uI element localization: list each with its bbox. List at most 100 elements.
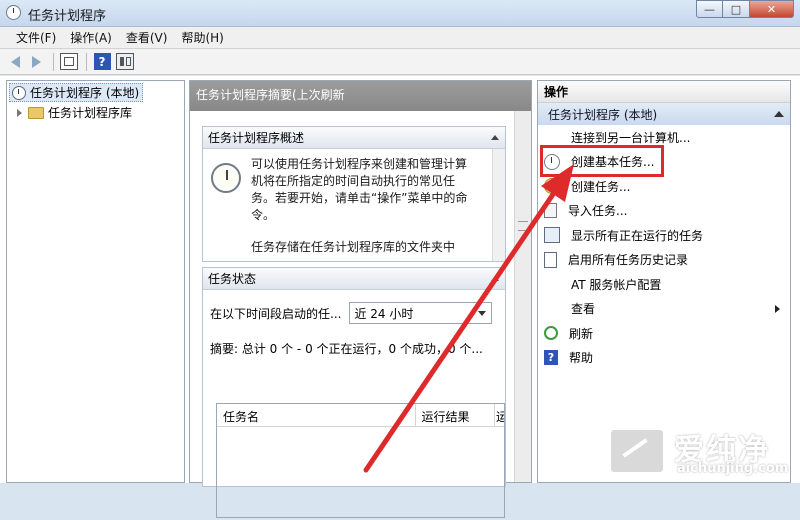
create-task-icon xyxy=(544,178,560,195)
actions-group-label: 任务计划程序 (本地) xyxy=(548,107,658,122)
actions-group-task-scheduler-local[interactable]: 任务计划程序 (本地) xyxy=(538,103,790,125)
help-icon: ? xyxy=(544,350,558,366)
collapse-icon[interactable] xyxy=(491,135,499,140)
overview-text: 可以使用任务计划程序来创建和管理计算机将在所指定的时间自动执行的常见任务。若要开… xyxy=(251,156,477,256)
action-label: 创建基本任务... xyxy=(571,155,655,170)
maximize-button[interactable]: □ xyxy=(723,0,750,18)
back-arrow-icon xyxy=(10,55,20,68)
action-refresh[interactable]: 刷新 xyxy=(538,321,790,346)
action-import-task[interactable]: 导入任务... xyxy=(538,199,790,224)
summary-header-text: 任务计划程序摘要(上次刷新 xyxy=(196,88,345,102)
window-controls: — □ ✕ xyxy=(696,0,794,18)
action-create-basic-task[interactable]: 创建基本任务... xyxy=(538,150,790,175)
task-status-title: 任务状态 xyxy=(208,272,257,286)
overview-paragraph: 可以使用任务计划程序来创建和管理计算机将在所指定的时间自动执行的常见任务。若要开… xyxy=(251,157,468,222)
collapse-icon[interactable] xyxy=(491,276,499,281)
tree-item-task-scheduler-library[interactable]: 任务计划程序库 xyxy=(17,103,132,122)
show-hide-action-pane-button[interactable] xyxy=(116,53,134,71)
menu-help[interactable]: 帮助(H) xyxy=(174,29,230,46)
action-label: AT 服务帐户配置 xyxy=(571,277,662,292)
history-icon xyxy=(544,251,557,268)
status-filter-label: 在以下时间段启动的任... xyxy=(210,306,342,321)
action-view[interactable]: 查看 xyxy=(538,297,790,322)
create-basic-task-icon xyxy=(544,153,560,170)
window-title: 任务计划程序 xyxy=(28,9,107,24)
action-enable-task-history[interactable]: 启用所有任务历史记录 xyxy=(538,248,790,273)
action-label: 导入任务... xyxy=(568,204,628,219)
tree-item-task-scheduler-local[interactable]: 任务计划程序 (本地) xyxy=(9,83,144,102)
status-filter-row: 在以下时间段启动的任... 近 24 小时 xyxy=(210,302,493,324)
blank-icon xyxy=(544,301,560,317)
action-connect-computer[interactable]: 连接到另一台计算机... xyxy=(538,125,790,150)
watermark-logo-icon xyxy=(608,427,666,475)
action-label: 创建任务... xyxy=(571,179,631,194)
task-scheduler-app-icon xyxy=(6,5,21,20)
show-hide-action-pane-icon xyxy=(116,53,134,70)
console-tree: 任务计划程序 (本地) 任务计划程序库 xyxy=(6,80,185,483)
action-label: 显示所有正在运行的任务 xyxy=(571,228,704,243)
show-hide-tree-icon xyxy=(60,53,78,70)
action-label: 连接到另一台计算机... xyxy=(571,130,691,145)
status-summary: 摘要: 总计 0 个 - 0 个正在运行，0 个成功，0 个... xyxy=(210,342,483,356)
overview-section-header[interactable]: 任务计划程序概述 xyxy=(203,127,505,149)
close-button[interactable]: ✕ xyxy=(750,0,794,18)
menu-view[interactable]: 查看(V) xyxy=(119,29,175,46)
help-icon: ? xyxy=(93,53,111,70)
summary-body: 任务计划程序概述 可以使用任务计划程序来创建和管理计算机将在所指定的时间自动执行… xyxy=(190,111,531,518)
task-scheduler-clock-icon xyxy=(211,163,241,193)
toolbar-help-button[interactable]: ? xyxy=(93,53,111,71)
action-label: 查看 xyxy=(571,302,596,317)
summary-header: 任务计划程序摘要(上次刷新 xyxy=(190,81,531,111)
submenu-arrow-icon xyxy=(775,304,780,313)
task-status-table: 任务名 运行结果 运 xyxy=(216,403,505,518)
overview-paragraph-2: 任务存储在任务计划程序库的文件夹中 xyxy=(251,240,456,254)
collapse-up-icon[interactable] xyxy=(774,111,784,117)
minimize-button[interactable]: — xyxy=(696,0,723,18)
clock-icon xyxy=(12,85,26,100)
column-header-run[interactable]: 运 xyxy=(495,404,504,426)
menu-action[interactable]: 操作(A) xyxy=(63,29,119,46)
blank-icon xyxy=(544,276,560,292)
overview-title: 任务计划程序概述 xyxy=(208,131,305,145)
action-label: 帮助 xyxy=(569,351,594,366)
chevron-down-icon xyxy=(478,310,487,316)
actions-header: 操作 xyxy=(538,81,790,103)
toolbar-separator xyxy=(86,52,87,71)
toolbar-separator xyxy=(53,52,54,71)
forward-arrow-icon xyxy=(31,55,41,68)
folder-icon xyxy=(28,106,44,119)
action-create-task[interactable]: 创建任务... xyxy=(538,174,790,199)
overview-section: 任务计划程序概述 可以使用任务计划程序来创建和管理计算机将在所指定的时间自动执行… xyxy=(202,126,506,262)
watermark: 爱纯净 aichunjing.com xyxy=(604,421,800,483)
menu-file[interactable]: 文件(F) xyxy=(0,29,63,46)
time-range-value: 近 24 小时 xyxy=(354,306,414,321)
action-at-service-config[interactable]: AT 服务帐户配置 xyxy=(538,272,790,297)
running-tasks-icon xyxy=(544,227,560,244)
scrollbar-grip-icon xyxy=(518,221,528,231)
title-bar: 任务计划程序 — □ ✕ xyxy=(0,0,800,27)
show-hide-tree-button[interactable] xyxy=(60,53,78,71)
column-header-task-name[interactable]: 任务名 xyxy=(217,404,416,426)
menu-bar: 文件(F) 操作(A) 查看(V) 帮助(H) xyxy=(0,27,800,49)
tree-item-label: 任务计划程序 (本地) xyxy=(30,86,140,100)
import-task-icon xyxy=(544,203,557,219)
action-display-running-tasks[interactable]: 显示所有正在运行的任务 xyxy=(538,223,790,248)
summary-pane: 任务计划程序摘要(上次刷新 任务计划程序概述 可以使用任务计划程序来创建和管理计… xyxy=(189,80,532,518)
blank-icon xyxy=(544,129,560,145)
action-label: 刷新 xyxy=(569,326,594,341)
overview-body: 可以使用任务计划程序来创建和管理计算机将在所指定的时间自动执行的常见任务。若要开… xyxy=(203,149,505,261)
action-help[interactable]: ? 帮助 xyxy=(538,346,790,371)
forward-button[interactable] xyxy=(27,53,45,71)
action-label: 启用所有任务历史记录 xyxy=(568,253,689,268)
back-button[interactable] xyxy=(6,53,24,71)
time-range-select[interactable]: 近 24 小时 xyxy=(349,302,493,324)
overview-scrollbar[interactable] xyxy=(492,149,505,261)
toolbar: ? xyxy=(0,49,800,75)
tree-item-label: 任务计划程序库 xyxy=(48,106,133,120)
task-status-section-header[interactable]: 任务状态 xyxy=(203,268,505,290)
expand-arrow-icon[interactable] xyxy=(17,108,22,117)
summary-scrollbar[interactable] xyxy=(514,111,531,482)
watermark-text-en: aichunjing.com xyxy=(677,461,789,476)
refresh-icon xyxy=(544,326,558,341)
column-header-run-result[interactable]: 运行结果 xyxy=(416,404,495,426)
